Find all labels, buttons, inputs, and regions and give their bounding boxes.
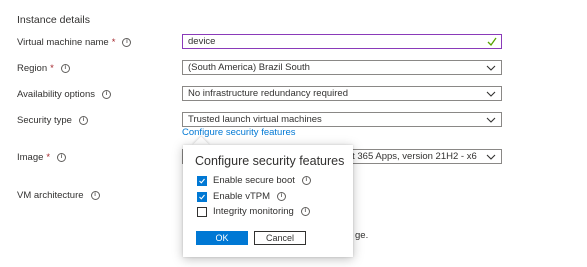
chevron-down-icon — [486, 65, 496, 71]
availability-value: No infrastructure redundancy required — [188, 88, 349, 99]
security-type-value: Trusted launch virtual machines — [188, 114, 322, 125]
integrity-monitoring-option[interactable]: Integrity monitoring i — [197, 206, 310, 217]
configure-security-link[interactable]: Configure security features — [182, 127, 296, 138]
partial-text: ge. — [355, 230, 369, 241]
required-marker: * — [111, 37, 116, 48]
availability-label-group: Availability options i — [17, 89, 111, 100]
cancel-button[interactable]: Cancel — [254, 231, 306, 245]
popup-title: Configure security features — [195, 154, 345, 168]
info-icon[interactable]: i — [301, 176, 311, 185]
vm-architecture-label: VM architecture — [17, 190, 84, 201]
integrity-monitoring-checkbox[interactable] — [197, 206, 207, 217]
info-icon[interactable]: i — [277, 192, 287, 201]
vm-name-value: device — [188, 36, 216, 47]
secure-boot-checkbox[interactable] — [197, 175, 207, 186]
region-label-group: Region * i — [17, 63, 70, 74]
vm-name-input[interactable]: device — [182, 34, 502, 49]
checkmark-icon — [199, 194, 205, 200]
vtpm-option[interactable]: Enable vTPM i — [197, 191, 287, 202]
info-icon[interactable]: i — [90, 191, 100, 200]
vm-name-label-group: Virtual machine name * i — [17, 37, 132, 48]
vm-name-label: Virtual machine name — [17, 37, 109, 48]
info-icon[interactable]: i — [300, 207, 310, 216]
chevron-down-icon — [486, 91, 496, 97]
security-type-select[interactable]: Trusted launch virtual machines — [182, 112, 502, 127]
secure-boot-label: Enable secure boot — [213, 175, 295, 186]
configure-security-popup: Configure security features Enable secur… — [183, 145, 353, 257]
region-select[interactable]: (South America) Brazil South — [182, 60, 502, 75]
info-icon[interactable]: i — [122, 38, 132, 47]
region-value: (South America) Brazil South — [188, 62, 310, 73]
chevron-down-icon — [486, 117, 496, 123]
info-icon[interactable]: i — [60, 64, 70, 73]
vtpm-label: Enable vTPM — [213, 191, 271, 202]
availability-select[interactable]: No infrastructure redundancy required — [182, 86, 502, 101]
integrity-monitoring-label: Integrity monitoring — [213, 206, 294, 217]
security-type-label: Security type — [17, 115, 72, 126]
availability-label: Availability options — [17, 89, 95, 100]
secure-boot-option[interactable]: Enable secure boot i — [197, 175, 311, 186]
info-icon[interactable]: i — [57, 153, 67, 162]
vm-architecture-label-group: VM architecture i — [17, 190, 100, 201]
image-label: Image — [17, 152, 44, 163]
required-marker: * — [46, 152, 51, 163]
section-title: Instance details — [17, 14, 90, 26]
vtpm-checkbox[interactable] — [197, 191, 207, 202]
info-icon[interactable]: i — [78, 116, 88, 125]
info-icon[interactable]: i — [101, 90, 111, 99]
ok-button[interactable]: OK — [196, 231, 248, 245]
checkmark-icon — [199, 178, 205, 184]
valid-check-icon — [487, 37, 497, 46]
image-label-group: Image * i — [17, 152, 67, 163]
region-label: Region — [17, 63, 48, 74]
required-marker: * — [50, 63, 54, 74]
chevron-down-icon — [486, 154, 496, 160]
security-type-label-group: Security type i — [17, 115, 88, 126]
